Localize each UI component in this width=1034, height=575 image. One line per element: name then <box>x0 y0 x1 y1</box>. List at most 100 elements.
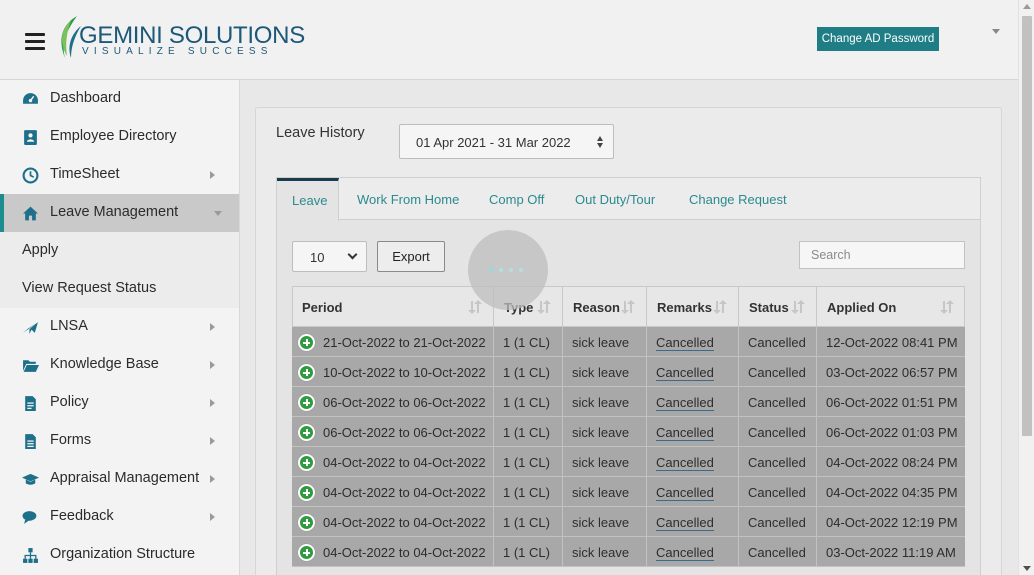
remarks-link[interactable]: Cancelled <box>656 395 714 411</box>
page-scrollbar[interactable] <box>1018 0 1034 575</box>
expand-row-plus-icon[interactable] <box>298 394 315 411</box>
chevron-right-icon <box>210 323 215 331</box>
sidebar-item-appraisal-management[interactable]: Appraisal Management <box>0 460 239 498</box>
graduation-cap-icon <box>22 473 39 485</box>
expand-row-plus-icon[interactable] <box>298 424 315 441</box>
sort-icon <box>468 300 485 315</box>
sidebar-item-forms[interactable]: Forms <box>0 422 239 460</box>
column-header-period[interactable]: Period <box>292 286 494 327</box>
sidebar-item-dashboard[interactable]: Dashboard <box>0 80 239 118</box>
export-button[interactable]: Export <box>377 241 445 272</box>
clock-icon <box>22 167 39 184</box>
cell-text: 1 (1 CL) <box>503 485 550 500</box>
sidebar-subitem-apply[interactable]: Apply <box>0 232 239 270</box>
expand-row-plus-icon[interactable] <box>298 334 315 351</box>
cell-text: 1 (1 CL) <box>503 455 550 470</box>
comments-icon <box>22 511 37 524</box>
remarks-link[interactable]: Cancelled <box>656 455 714 471</box>
cell-text: 06-Oct-2022 01:03 PM <box>826 425 958 440</box>
tab-work-from-home[interactable]: Work From Home <box>357 178 467 220</box>
column-header-remarks[interactable]: Remarks <box>647 286 739 327</box>
page-length-select[interactable]: 10 <box>292 241 367 272</box>
column-header-label: Applied On <box>827 300 897 315</box>
expand-row-plus-icon[interactable] <box>298 514 315 531</box>
cell-status: Cancelled <box>739 387 817 417</box>
sitemap-icon <box>23 548 38 563</box>
cell-text: Cancelled <box>748 515 806 530</box>
cell-applied-on: 06-Oct-2022 01:03 PM <box>817 417 965 447</box>
sidebar-item-lnsa[interactable]: LNSA <box>0 308 239 346</box>
sort-icon <box>713 300 730 315</box>
remarks-link[interactable]: Cancelled <box>656 425 714 441</box>
tab-label: Out Duty/Tour <box>575 192 656 207</box>
sidebar-item-label: Dashboard <box>50 90 121 106</box>
expand-row-plus-icon[interactable] <box>298 484 315 501</box>
cell-text: 06-Oct-2022 01:51 PM <box>826 395 958 410</box>
cell-text: 1 (1 CL) <box>503 365 550 380</box>
sidebar-item-timesheet[interactable]: TimeSheet <box>0 156 239 194</box>
expand-row-plus-icon[interactable] <box>298 364 315 381</box>
expand-row-plus-icon[interactable] <box>298 454 315 471</box>
cell-period: 04-Oct-2022 to 04-Oct-2022 <box>292 477 494 507</box>
chevron-right-icon <box>210 361 215 369</box>
cell-reason: sick leave <box>563 447 647 477</box>
cell-text: 12-Oct-2022 08:41 PM <box>826 335 958 350</box>
cell-text: 04-Oct-2022 04:35 PM <box>826 485 958 500</box>
column-header-label: Reason <box>573 300 620 315</box>
table-row: 06-Oct-2022 to 06-Oct-2022 1 (1 CL) sick l… <box>292 417 965 447</box>
scroll-up-icon[interactable] <box>1023 4 1031 9</box>
cell-remarks: Cancelled <box>647 447 739 477</box>
tab-change-request[interactable]: Change Request <box>689 178 789 220</box>
cell-text: 03-Oct-2022 06:57 PM <box>826 365 958 380</box>
search-input[interactable] <box>799 241 965 269</box>
tab-leave[interactable]: Leave <box>277 178 339 221</box>
sidebar-item-leave-management[interactable]: Leave Management <box>0 194 239 232</box>
sidebar-item-knowledge-base[interactable]: Knowledge Base <box>0 346 239 384</box>
chevron-down-icon <box>347 249 358 260</box>
chevron-right-icon <box>210 475 215 483</box>
cell-text: 04-Oct-2022 12:19 PM <box>826 515 958 530</box>
sidebar-item-feedback[interactable]: Feedback <box>0 498 239 536</box>
financial-year-select[interactable]: 01 Apr 2021 - 31 Mar 2022 <box>399 124 614 159</box>
expand-row-plus-icon[interactable] <box>298 544 315 561</box>
column-header-label: Status <box>749 300 789 315</box>
tab-label: Change Request <box>689 192 787 207</box>
cell-applied-on: 03-Oct-2022 06:57 PM <box>817 357 965 387</box>
cell-text: 04-Oct-2022 08:24 PM <box>826 455 958 470</box>
chevron-right-icon <box>210 399 215 407</box>
sidebar-item-employee-directory[interactable]: Employee Directory <box>0 118 239 156</box>
cell-applied-on: 04-Oct-2022 04:35 PM <box>817 477 965 507</box>
hamburger-menu-icon[interactable] <box>25 33 45 51</box>
dashboard-icon <box>23 93 38 104</box>
change-ad-password-button[interactable]: Change AD Password <box>817 27 939 51</box>
scroll-down-icon[interactable] <box>1023 566 1031 571</box>
company-logo[interactable]: GEMINI SOLUTIONS VISUALIZE SUCCESS <box>55 14 305 62</box>
column-header-applied-on[interactable]: Applied On <box>817 286 965 327</box>
sidebar-item-policy[interactable]: Policy <box>0 384 239 422</box>
user-menu-caret-icon[interactable] <box>992 29 1000 34</box>
sort-icon <box>621 300 638 315</box>
remarks-link[interactable]: Cancelled <box>656 515 714 531</box>
cell-text: 1 (1 CL) <box>503 395 550 410</box>
page-length-value: 10 <box>310 250 325 265</box>
cell-text: 06-Oct-2022 to 06-Oct-2022 <box>323 425 486 440</box>
tab-out-duty-tour[interactable]: Out Duty/Tour <box>575 178 665 220</box>
cell-remarks: Cancelled <box>647 327 739 357</box>
sidebar-subitem-view-request-status[interactable]: View Request Status <box>0 270 239 308</box>
cell-reason: sick leave <box>563 537 647 567</box>
column-header-reason[interactable]: Reason <box>563 286 647 327</box>
scroll-thumb[interactable] <box>1022 16 1032 436</box>
remarks-link[interactable]: Cancelled <box>656 545 714 561</box>
home-icon <box>23 206 38 221</box>
logo-tagline: VISUALIZE SUCCESS <box>82 46 273 57</box>
document-icon <box>25 396 36 411</box>
sidebar-item-organization-structure[interactable]: Organization Structure <box>0 536 239 574</box>
column-header-status[interactable]: Status <box>739 286 817 327</box>
remarks-link[interactable]: Cancelled <box>656 335 714 351</box>
cell-text: 03-Oct-2022 11:19 AM <box>826 545 956 560</box>
tab-comp-off[interactable]: Comp Off <box>489 178 549 220</box>
remarks-link[interactable]: Cancelled <box>656 485 714 501</box>
sidebar-subitem-label: Apply <box>22 242 59 258</box>
remarks-link[interactable]: Cancelled <box>656 365 714 381</box>
cell-period: 04-Oct-2022 to 04-Oct-2022 <box>292 537 494 567</box>
